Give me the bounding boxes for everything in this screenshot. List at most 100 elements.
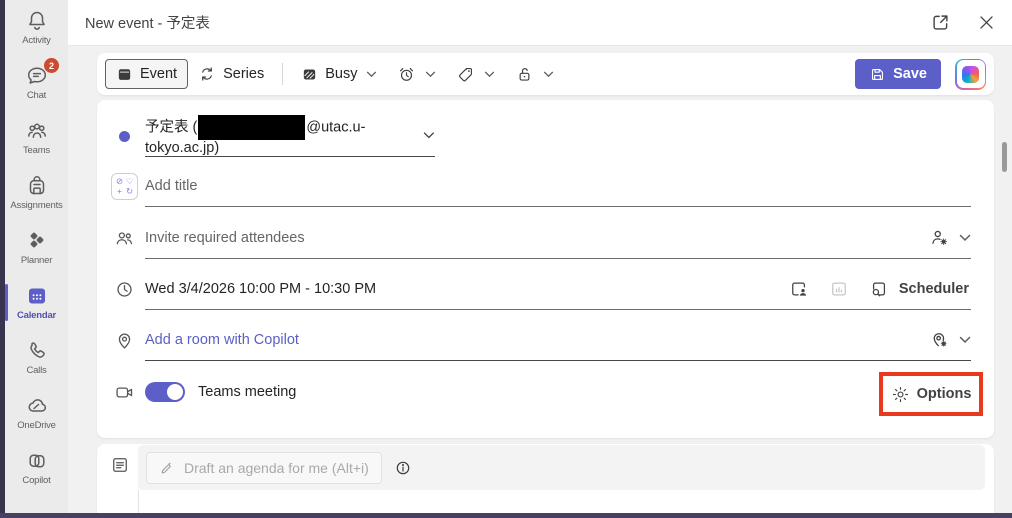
copilot-logo-icon xyxy=(962,66,979,83)
pin-gear-icon xyxy=(929,329,950,350)
category-dropdown[interactable] xyxy=(446,59,505,89)
close-button[interactable] xyxy=(975,11,998,34)
chevron-down-icon xyxy=(959,336,971,344)
datetime-row: Wed 3/4/2026 10:00 PM - 10:30 PM xyxy=(104,268,971,310)
gear-icon xyxy=(891,385,910,404)
backpack-icon xyxy=(25,174,49,198)
location-pin-icon xyxy=(104,330,145,351)
sidebar-label: Assignments xyxy=(10,200,62,211)
notes-icon xyxy=(110,455,130,475)
window-edge-bottom xyxy=(0,513,1012,518)
sidebar-item-teams[interactable]: Teams xyxy=(5,110,68,165)
calendar-search-icon xyxy=(869,279,889,299)
datetime-value: Wed 3/4/2026 10:00 PM - 10:30 PM xyxy=(145,281,376,297)
meeting-options-button[interactable]: Options xyxy=(889,383,974,406)
calendar-person-icon xyxy=(789,279,809,299)
optional-attendees-dropdown[interactable] xyxy=(927,225,952,250)
calendar-select[interactable]: 予定表 (@utac.u-tokyo.ac.jp) xyxy=(145,115,435,157)
sidebar-label: Calls xyxy=(26,365,46,376)
location-row: Add a room with Copilot xyxy=(104,319,971,361)
options-label: Options xyxy=(917,386,972,402)
event-details-card: 予定表 (@utac.u-tokyo.ac.jp) ⊘♡+↻ Add title xyxy=(97,100,994,438)
copilot-icon xyxy=(25,449,49,473)
unlock-icon xyxy=(515,65,534,84)
dialog-titlebar: New event - 予定表 xyxy=(68,0,1012,46)
active-indicator xyxy=(5,284,8,321)
chevron-down-icon xyxy=(959,234,971,242)
people-icon xyxy=(104,228,145,249)
bell-icon xyxy=(25,9,49,33)
description-card: Draft an agenda for me (Alt+i) xyxy=(97,444,994,513)
pen-sparkle-icon xyxy=(159,459,176,476)
show-as-busy-dropdown[interactable]: Busy xyxy=(291,59,387,89)
sidebar-label: Chat xyxy=(27,90,46,101)
save-button[interactable]: Save xyxy=(855,59,941,89)
save-icon xyxy=(869,66,886,83)
teams-meeting-label: Teams meeting xyxy=(198,384,296,400)
cloud-icon xyxy=(25,394,49,418)
attendees-input[interactable]: Invite required attendees xyxy=(145,217,971,259)
popout-icon xyxy=(930,12,951,33)
reminder-dropdown[interactable] xyxy=(387,59,446,89)
popout-button[interactable] xyxy=(928,10,953,35)
sidebar-label: Planner xyxy=(21,255,52,266)
title-placeholder: Add title xyxy=(145,178,197,194)
sidebar-item-calendar[interactable]: Calendar xyxy=(5,275,68,330)
event-icon xyxy=(116,66,133,83)
sidebar-item-assignments[interactable]: Assignments xyxy=(5,165,68,220)
sidebar-item-chat[interactable]: 2 Chat xyxy=(5,55,68,110)
privacy-dropdown[interactable] xyxy=(505,59,564,89)
calendar-stats-button-disabled[interactable] xyxy=(827,277,851,301)
datetime-field[interactable]: Wed 3/4/2026 10:00 PM - 10:30 PM xyxy=(145,268,971,310)
attendees-row: Invite required attendees xyxy=(104,217,971,259)
sidebar-item-onedrive[interactable]: OneDrive xyxy=(5,385,68,440)
title-row: ⊘♡+↻ Add title xyxy=(104,165,971,207)
annotation-highlight-rectangle: Options xyxy=(879,372,983,416)
page-title: New event - 予定表 xyxy=(85,12,210,33)
close-icon xyxy=(977,13,996,32)
redacted-email xyxy=(198,115,305,140)
phone-icon xyxy=(25,339,49,363)
draft-agenda-button[interactable]: Draft an agenda for me (Alt+i) xyxy=(146,452,382,484)
event-toolbar: Event Series Busy xyxy=(97,53,994,95)
title-input[interactable]: Add title xyxy=(145,165,971,207)
person-gear-icon xyxy=(929,227,950,248)
info-icon[interactable] xyxy=(394,459,412,477)
chevron-down-icon xyxy=(423,131,435,140)
teams-meeting-toggle[interactable] xyxy=(145,382,185,402)
chevron-down-icon xyxy=(366,71,377,78)
teams-meeting-row: Teams meeting xyxy=(104,371,971,413)
sidebar-item-calls[interactable]: Calls xyxy=(5,330,68,385)
repeat-icon xyxy=(198,65,216,83)
sidebar-item-copilot[interactable]: Copilot xyxy=(5,440,68,495)
event-form-area: Event Series Busy xyxy=(68,46,1012,513)
alarm-icon xyxy=(397,65,416,84)
calendar-color-dot xyxy=(119,131,130,142)
editor-left-border xyxy=(138,490,139,513)
calendar-availability-button[interactable] xyxy=(787,277,811,301)
event-tab[interactable]: Event xyxy=(105,59,188,89)
chevron-down-icon xyxy=(425,71,436,78)
calendar-icon xyxy=(25,284,49,308)
sidebar-item-planner[interactable]: Planner xyxy=(5,220,68,275)
clock-icon xyxy=(104,279,145,300)
app-rail: Activity 2 Chat Teams Assignments xyxy=(5,0,68,513)
scheduler-label: Scheduler xyxy=(899,281,969,297)
agenda-toolbar: Draft an agenda for me (Alt+i) xyxy=(138,445,985,490)
chat-unread-badge: 2 xyxy=(44,58,59,73)
location-settings-dropdown[interactable] xyxy=(927,327,952,352)
sidebar-label: OneDrive xyxy=(17,420,56,431)
emoji-picker-button[interactable]: ⊘♡+↻ xyxy=(111,173,138,200)
room-input[interactable]: Add a room with Copilot xyxy=(145,319,971,361)
scrollbar-thumb[interactable] xyxy=(1002,142,1007,172)
sidebar-label: Teams xyxy=(23,145,50,156)
copilot-button[interactable] xyxy=(955,59,986,90)
sidebar-item-activity[interactable]: Activity xyxy=(5,0,68,55)
tag-icon xyxy=(456,65,475,84)
sidebar-label: Calendar xyxy=(17,310,56,321)
busy-icon xyxy=(301,66,318,83)
scheduler-button[interactable]: Scheduler xyxy=(867,277,971,301)
series-tab[interactable]: Series xyxy=(188,59,274,89)
chevron-down-icon xyxy=(484,71,495,78)
sidebar-label: Activity xyxy=(22,35,51,46)
